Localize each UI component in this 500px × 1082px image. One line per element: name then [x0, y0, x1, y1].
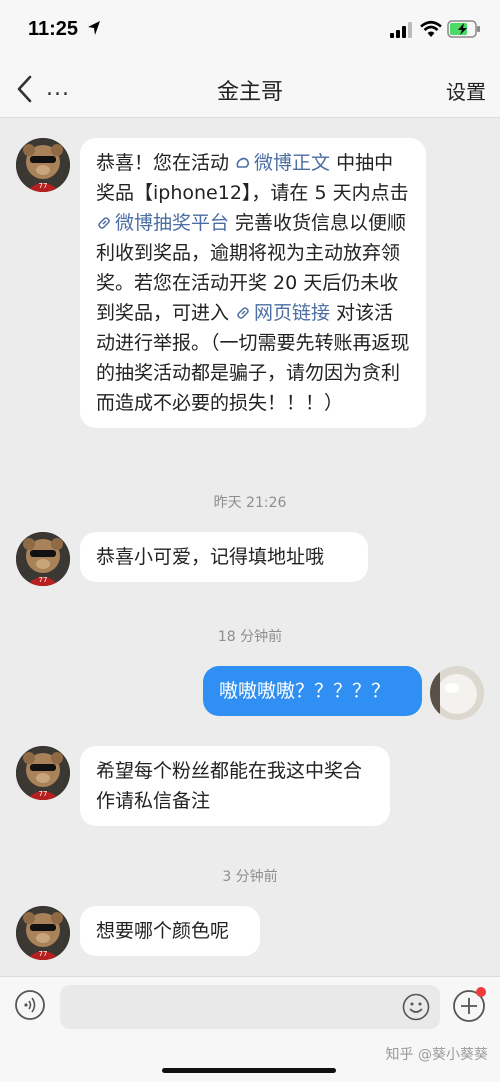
- weibo-link-icon: [236, 157, 250, 168]
- webpage-link[interactable]: 网页链接: [235, 302, 330, 324]
- emoji-icon[interactable]: [402, 993, 430, 1021]
- wifi-icon: [420, 20, 442, 37]
- message-bubble: 恭喜小可爱，记得填地址哦: [80, 532, 368, 582]
- teddy-bear-avatar-icon: 77: [16, 906, 70, 960]
- input-bar: [0, 976, 500, 1082]
- timestamp: 昨天 21:26: [213, 495, 287, 511]
- voice-icon[interactable]: [14, 989, 46, 1021]
- status-time: 11:25: [28, 18, 79, 40]
- nav-bar: ... 金主哥 设置: [0, 60, 500, 118]
- settings-button[interactable]: 设置: [446, 76, 486, 105]
- teddy-bear-avatar-icon: 77: [16, 532, 70, 586]
- my-avatar[interactable]: [430, 666, 484, 720]
- notification-badge: [476, 987, 486, 997]
- teddy-bear-avatar-icon: 77: [16, 746, 70, 800]
- timestamp: 3 分钟前: [222, 869, 278, 885]
- signal-icon: [390, 22, 412, 38]
- avatar[interactable]: 77: [16, 906, 70, 960]
- watermark: 知乎 @葵小葵葵: [385, 1047, 488, 1063]
- svg-text:77: 77: [39, 576, 48, 584]
- lottery-platform-link[interactable]: 微博抽奖平台: [96, 212, 229, 234]
- teddy-bear-avatar-icon: 77: [16, 138, 70, 192]
- light-bulb-avatar-icon: [430, 666, 484, 720]
- message-text: 恭喜！您在活动: [96, 152, 236, 174]
- avatar[interactable]: 77: [16, 138, 70, 192]
- svg-text:77: 77: [39, 790, 48, 798]
- chevron-left-icon[interactable]: [14, 74, 36, 104]
- message-input[interactable]: [60, 985, 440, 1029]
- timestamp: 18 分钟前: [217, 629, 283, 645]
- location-arrow-icon: [88, 21, 100, 35]
- chain-link-icon: [98, 217, 110, 229]
- message-bubble: 恭喜！您在活动 微博正文 中抽中奖品【iphone12】，请在 5 天内点击 微…: [80, 138, 426, 428]
- battery-charging-icon: [447, 20, 480, 38]
- avatar[interactable]: 77: [16, 532, 70, 586]
- webpage-link-text: 网页链接: [254, 302, 331, 324]
- avatar[interactable]: 77: [16, 746, 70, 800]
- svg-text:77: 77: [39, 950, 48, 958]
- message-bubble: 希望每个粉丝都能在我这中奖合作请私信备注: [80, 746, 390, 826]
- message-bubble-outgoing: 嗷嗷嗷嗷？？？？？: [203, 666, 422, 716]
- more-button[interactable]: ...: [46, 76, 70, 101]
- chat-title: 金主哥: [216, 80, 283, 105]
- home-indicator: [162, 1068, 336, 1073]
- message-bubble: 想要哪个颜色呢: [80, 906, 260, 956]
- status-bar: 11:25: [0, 0, 500, 60]
- weibo-post-link-text: 微博正文: [254, 152, 331, 174]
- svg-text:77: 77: [39, 182, 48, 190]
- weibo-post-link[interactable]: 微博正文: [235, 152, 330, 174]
- lottery-platform-link-text: 微博抽奖平台: [115, 212, 230, 234]
- chain-link-icon: [237, 307, 249, 319]
